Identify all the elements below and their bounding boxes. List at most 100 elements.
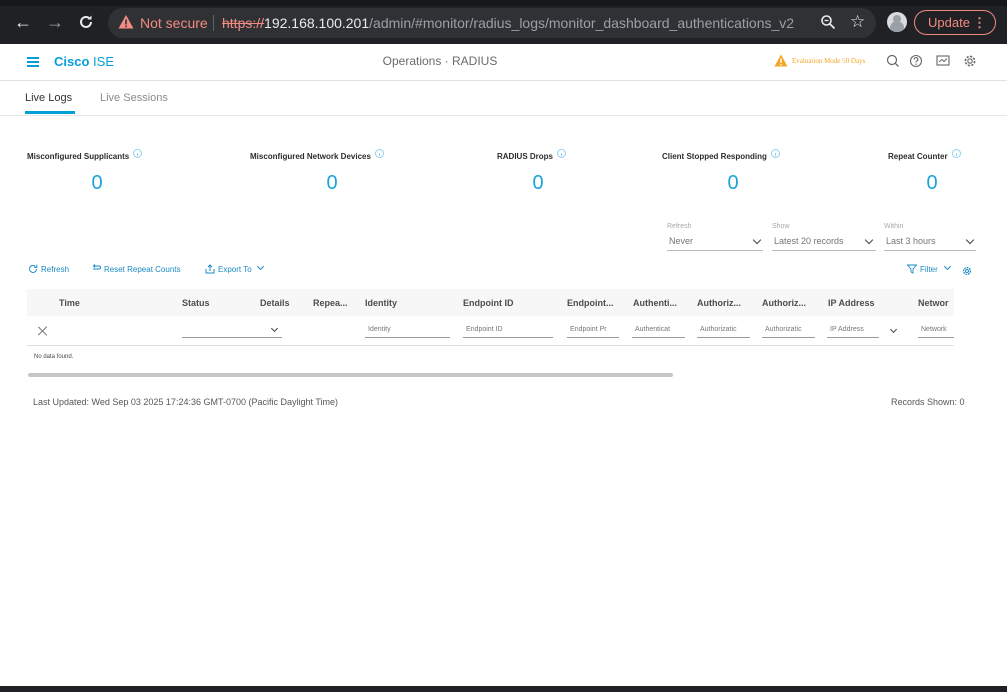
info-icon[interactable] bbox=[133, 149, 143, 159]
counter-radius-drops[interactable]: RADIUS Drops bbox=[497, 146, 567, 164]
tab-live-sessions[interactable]: Live Sessions bbox=[100, 91, 168, 105]
back-icon[interactable]: ← bbox=[14, 12, 32, 32]
security-label[interactable]: Not secure bbox=[140, 15, 208, 31]
horizontal-scrollbar[interactable] bbox=[28, 373, 673, 377]
counter-label: Misconfigured Network Devices bbox=[250, 152, 371, 161]
help-icon[interactable] bbox=[908, 53, 924, 69]
counter-value[interactable]: 0 bbox=[713, 172, 753, 194]
counter-value[interactable]: 0 bbox=[518, 172, 558, 194]
filter-label: Filter bbox=[920, 265, 938, 274]
authorization-profiles-filter-input[interactable]: Authorizatic bbox=[762, 323, 815, 338]
column-header-repeat-count[interactable]: Repea... bbox=[313, 297, 348, 309]
update-label: Update bbox=[928, 15, 970, 30]
chevron-down-icon bbox=[256, 262, 264, 271]
hamburger-menu-icon[interactable] bbox=[27, 57, 39, 67]
brand-logo[interactable]: Cisco ISE bbox=[54, 54, 114, 69]
within-select-label: Within bbox=[884, 223, 904, 230]
refresh-interval-select[interactable]: Refresh Never bbox=[667, 222, 763, 252]
counter-value[interactable]: 0 bbox=[312, 172, 352, 194]
column-header-status[interactable]: Status bbox=[182, 297, 210, 309]
filter-button[interactable]: Filter bbox=[907, 262, 952, 276]
profile-avatar[interactable] bbox=[887, 12, 907, 32]
counter-value[interactable]: 0 bbox=[77, 172, 117, 194]
url-path: /admin/#monitor/radius_logs/monitor_dash… bbox=[369, 15, 795, 31]
notifications-icon[interactable] bbox=[935, 53, 951, 69]
column-header-authorization-policy[interactable]: Authoriz... bbox=[697, 297, 741, 309]
brand-name: Cisco bbox=[54, 54, 90, 69]
column-header-endpoint-profile[interactable]: Endpoint... bbox=[567, 297, 614, 309]
table-filter-row: Identity Endpoint ID Endpoint Pr Authent… bbox=[27, 316, 954, 346]
chevron-down-icon[interactable] bbox=[889, 325, 898, 334]
show-select-value[interactable]: Latest 20 records bbox=[772, 234, 876, 251]
reset-repeat-counts-button[interactable]: Reset Repeat Counts bbox=[91, 264, 181, 276]
bookmark-star-icon[interactable]: ☆ bbox=[850, 12, 865, 32]
counter-repeat-counter[interactable]: Repeat Counter bbox=[888, 146, 961, 164]
authentication-policy-filter-input[interactable]: Authenticat bbox=[632, 323, 685, 338]
tab-live-logs[interactable]: Live Logs bbox=[25, 91, 72, 105]
records-shown-text: Records Shown: 0 bbox=[891, 397, 965, 407]
status-filter-select[interactable] bbox=[182, 323, 282, 338]
empty-table-message: No data found. bbox=[34, 354, 74, 360]
chevron-down-icon bbox=[752, 235, 762, 245]
chevron-down-icon bbox=[965, 235, 975, 245]
warning-icon[interactable] bbox=[118, 14, 134, 30]
counter-client-stopped-responding[interactable]: Client Stopped Responding bbox=[662, 146, 780, 164]
column-header-authorization-profiles[interactable]: Authoriz... bbox=[762, 297, 806, 309]
url-host: 192.168.100.201 bbox=[264, 15, 370, 31]
update-button[interactable]: Update ⋮ bbox=[914, 10, 996, 35]
export-icon bbox=[205, 264, 215, 274]
refresh-button[interactable]: Refresh bbox=[28, 264, 69, 276]
refresh-select-label: Refresh bbox=[667, 223, 692, 230]
authorization-policy-filter-input[interactable]: Authorizatic bbox=[697, 323, 750, 338]
counter-misconfigured-network-devices[interactable]: Misconfigured Network Devices bbox=[250, 146, 384, 164]
info-icon[interactable] bbox=[557, 149, 567, 159]
evaluation-text: Evaluation Mode 50 Days bbox=[792, 57, 866, 65]
column-header-authentication-policy[interactable]: Authenti... bbox=[633, 297, 677, 309]
url-scheme: https:// bbox=[222, 15, 265, 31]
clear-filters-icon[interactable] bbox=[38, 326, 48, 336]
tab-strip bbox=[0, 0, 1007, 6]
column-header-endpoint-id[interactable]: Endpoint ID bbox=[463, 297, 514, 309]
url-text[interactable]: https://192.168.100.201/admin/#monitor/r… bbox=[222, 15, 794, 31]
column-header-details[interactable]: Details bbox=[260, 297, 290, 309]
within-select-text: Last 3 hours bbox=[886, 236, 936, 246]
app-header: Cisco ISE Operations · RADIUS Evaluation… bbox=[0, 44, 1007, 81]
address-bar[interactable]: Not secure https://192.168.100.201/admin… bbox=[108, 8, 876, 38]
within-time-select[interactable]: Within Last 3 hours bbox=[884, 222, 976, 252]
column-header-ip-address[interactable]: IP Address bbox=[828, 297, 875, 309]
more-menu-icon: ⋮ bbox=[973, 15, 986, 30]
counter-misconfigured-supplicants[interactable]: Misconfigured Supplicants bbox=[27, 146, 143, 164]
table-settings-gear-icon[interactable] bbox=[962, 266, 972, 276]
info-icon[interactable] bbox=[951, 149, 961, 159]
brand-product: ISE bbox=[93, 54, 114, 69]
chevron-down-icon bbox=[943, 262, 952, 271]
endpoint-id-filter-input[interactable]: Endpoint ID bbox=[463, 323, 553, 338]
show-select-label: Show bbox=[772, 223, 790, 230]
identity-filter-input[interactable]: Identity bbox=[365, 323, 450, 338]
column-header-identity[interactable]: Identity bbox=[365, 297, 397, 309]
network-device-filter-input[interactable]: Network bbox=[918, 323, 954, 338]
column-header-time[interactable]: Time bbox=[59, 297, 80, 309]
search-icon[interactable] bbox=[885, 53, 901, 69]
reset-icon bbox=[92, 264, 101, 270]
browser-toolbar: ← → Not secure https://192.168.100.201/a… bbox=[0, 0, 1007, 44]
counter-value[interactable]: 0 bbox=[912, 172, 952, 194]
ip-address-filter-input[interactable]: IP Address bbox=[827, 323, 879, 338]
filter-funnel-icon bbox=[907, 264, 917, 274]
settings-gear-icon[interactable] bbox=[962, 53, 978, 69]
refresh-select-value[interactable]: Never bbox=[667, 234, 763, 251]
zoom-icon[interactable] bbox=[820, 14, 836, 30]
tab-bar: Live Logs Live Sessions bbox=[0, 81, 1007, 116]
column-header-network-device[interactable]: Networ bbox=[918, 297, 949, 309]
divider bbox=[213, 15, 214, 31]
show-records-select[interactable]: Show Latest 20 records bbox=[772, 222, 876, 252]
export-to-button[interactable]: Export To bbox=[205, 262, 264, 276]
taskbar-strip bbox=[0, 686, 1007, 692]
info-icon[interactable] bbox=[770, 149, 780, 159]
within-select-value[interactable]: Last 3 hours bbox=[884, 234, 976, 251]
info-icon[interactable] bbox=[374, 149, 384, 159]
forward-icon[interactable]: → bbox=[46, 12, 64, 32]
endpoint-profile-filter-input[interactable]: Endpoint Pr bbox=[567, 323, 619, 338]
chevron-down-icon bbox=[864, 235, 874, 245]
reload-icon[interactable] bbox=[78, 14, 94, 30]
